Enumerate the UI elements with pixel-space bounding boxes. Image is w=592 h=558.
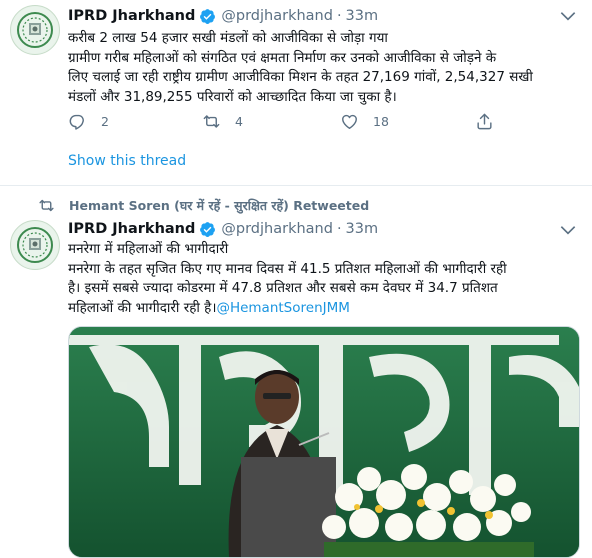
- show-thread-link[interactable]: Show this thread: [68, 153, 186, 169]
- tweet-text-line: ग्रामीण गरीब महिलाओं को संगठित एवं क्षमत…: [68, 49, 497, 66]
- tweet-2[interactable]: Hemant Soren (घर में रहें - सुरक्षित रहे…: [0, 186, 592, 558]
- tweet-text-line: महिलाओं की भागीदारी रही है।@HemantSorenJ…: [68, 299, 583, 319]
- tweet-text-line: करीब 2 लाख 54 हजार सखी मंडलों को आजीविका…: [68, 30, 388, 46]
- author-name[interactable]: IPRD Jharkhand: [68, 221, 195, 237]
- tweet-text-tail: महिलाओं की भागीदारी रही है।: [68, 299, 217, 316]
- retweet-icon: [39, 199, 54, 211]
- reply-icon: [69, 114, 84, 130]
- separator-dot: ·: [336, 8, 342, 24]
- share-icon: [477, 113, 492, 130]
- like-button[interactable]: 18: [340, 112, 389, 131]
- tweet-actions: 2 4 18: [68, 112, 508, 134]
- more-options-icon[interactable]: [558, 6, 578, 26]
- like-icon: [342, 114, 357, 129]
- avatar[interactable]: [10, 5, 60, 55]
- verified-badge-icon: [200, 221, 216, 237]
- timestamp[interactable]: 33m: [346, 8, 379, 24]
- tweet-text: करीब 2 लाख 54 हजार सखी मंडलों को आजीविका…: [68, 29, 583, 107]
- tweet-text-line: मंडलों और 31,89,255 परिवारों को आच्छादित…: [68, 88, 397, 105]
- share-button[interactable]: [475, 112, 508, 131]
- verified-badge-icon: [200, 8, 216, 24]
- author-handle[interactable]: @prdjharkhand: [221, 8, 333, 24]
- like-count: 18: [373, 114, 389, 129]
- event-photo: [69, 327, 579, 557]
- mention-link[interactable]: @HemantSorenJMM: [216, 300, 349, 316]
- tweet-text-line: है। इसमें सबसे ज्यादा कोडरमा में 47.8 प्…: [68, 280, 498, 296]
- tweet-text-line: मनरेगा में महिलाओं की भागीदारी: [68, 241, 229, 257]
- retweet-icon: [203, 115, 220, 128]
- retweeted-by-label: Hemant Soren (घर में रहें - सुरक्षित रहे…: [69, 197, 370, 213]
- tweet-text-line: मनरेगा के तहत सृजित किए गए मानव दिवस में…: [68, 260, 507, 277]
- retweet-banner[interactable]: Hemant Soren (घर में रहें - सुरक्षित रहे…: [38, 196, 369, 214]
- more-options-icon[interactable]: [558, 220, 578, 240]
- timestamp[interactable]: 33m: [346, 221, 379, 237]
- reply-button[interactable]: 2: [68, 112, 109, 131]
- tweet-text: मनरेगा में महिलाओं की भागीदारी मनरेगा के…: [68, 240, 583, 318]
- retweet-count: 4: [235, 114, 243, 129]
- tweet-header: IPRD Jharkhand @prdjharkhand · 33m: [68, 6, 378, 26]
- reply-count: 2: [101, 114, 109, 129]
- tweet-1[interactable]: IPRD Jharkhand @prdjharkhand · 33m करीब …: [0, 0, 592, 186]
- retweet-button[interactable]: 4: [202, 112, 243, 131]
- tweet-media-image[interactable]: [68, 326, 580, 558]
- separator-dot: ·: [336, 221, 342, 237]
- author-name[interactable]: IPRD Jharkhand: [68, 8, 195, 24]
- emblem-icon: [12, 7, 58, 53]
- tweet-header: IPRD Jharkhand @prdjharkhand · 33m: [68, 219, 378, 239]
- author-handle[interactable]: @prdjharkhand: [221, 221, 333, 237]
- tweet-text-line: लिए चलाई जा रही राष्ट्रीय ग्रामीण आजीविक…: [68, 69, 533, 85]
- emblem-icon: [12, 222, 58, 268]
- avatar[interactable]: [10, 220, 60, 270]
